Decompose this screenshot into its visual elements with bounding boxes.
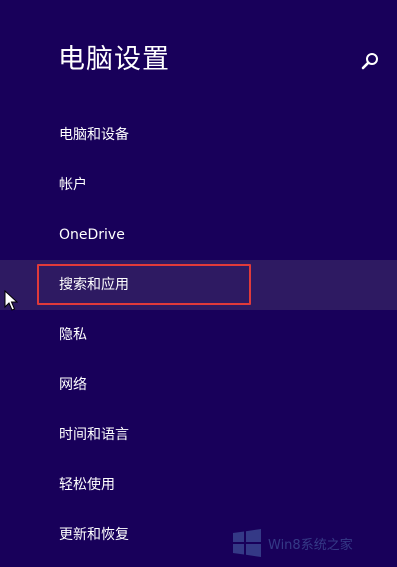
page-title: 电脑设置 bbox=[58, 44, 170, 75]
nav-item-label: 隐私 bbox=[59, 327, 87, 343]
mouse-cursor-icon bbox=[4, 290, 18, 311]
nav-item-pc-and-devices[interactable]: 电脑和设备 bbox=[0, 110, 397, 160]
search-icon bbox=[361, 53, 378, 70]
nav-item-label: 轻松使用 bbox=[59, 477, 115, 493]
nav-item-privacy[interactable]: 隐私 bbox=[0, 310, 397, 360]
nav-item-time-and-language[interactable]: 时间和语言 bbox=[0, 410, 397, 460]
watermark-text: Win8系统之家 bbox=[268, 537, 353, 553]
nav-item-label: 网络 bbox=[59, 377, 87, 393]
nav-item-label: OneDrive bbox=[59, 227, 125, 243]
nav-item-search-and-apps[interactable]: 搜索和应用 bbox=[0, 260, 397, 310]
nav-item-onedrive[interactable]: OneDrive bbox=[0, 210, 397, 260]
nav-item-network[interactable]: 网络 bbox=[0, 360, 397, 410]
nav-item-label: 搜索和应用 bbox=[59, 277, 129, 293]
nav-item-ease-of-access[interactable]: 轻松使用 bbox=[0, 460, 397, 510]
nav-item-label: 电脑和设备 bbox=[59, 127, 129, 143]
watermark: Win8系统之家 bbox=[232, 525, 353, 561]
settings-nav-list: 电脑和设备 帐户 OneDrive 搜索和应用 隐私 网络 时间和语言 轻松使用… bbox=[0, 110, 397, 560]
search-button[interactable] bbox=[360, 51, 380, 71]
nav-item-label: 帐户 bbox=[59, 177, 87, 193]
nav-item-label: 更新和恢复 bbox=[59, 527, 129, 543]
nav-item-label: 时间和语言 bbox=[59, 427, 129, 443]
nav-item-accounts[interactable]: 帐户 bbox=[0, 160, 397, 210]
windows-logo-icon bbox=[233, 529, 261, 557]
